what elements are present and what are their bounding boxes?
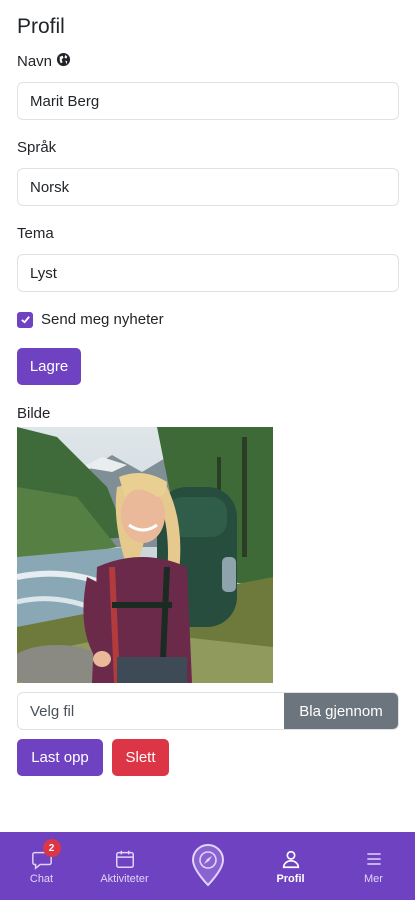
person-icon [280, 847, 302, 871]
name-label-row: Navn [17, 52, 71, 71]
nav-label-more: Mer [364, 873, 383, 885]
compass-pin-icon [191, 843, 225, 887]
globe-icon [56, 52, 71, 71]
chat-icon: 2 [31, 839, 61, 871]
newsletter-label: Send meg nyheter [41, 311, 164, 328]
chat-badge: 2 [42, 839, 61, 857]
nav-item-more[interactable]: Mer [332, 832, 415, 900]
nav-item-activities[interactable]: Aktiviteter [83, 832, 166, 900]
file-input[interactable]: Velg fil [18, 693, 284, 729]
name-input[interactable]: Marit Berg [17, 82, 399, 120]
theme-select[interactable]: Lyst [17, 254, 399, 292]
profile-photo [17, 427, 273, 683]
nav-item-explore[interactable] [166, 832, 249, 900]
newsletter-checkbox[interactable] [17, 311, 33, 328]
save-button[interactable]: Lagre [17, 348, 81, 385]
page-title: Profil [17, 15, 65, 38]
menu-icon [364, 847, 384, 871]
upload-button[interactable]: Last opp [17, 739, 103, 776]
delete-button[interactable]: Slett [112, 739, 169, 776]
nav-item-chat[interactable]: 2 Chat [0, 832, 83, 900]
picture-label: Bilde [17, 405, 51, 422]
calendar-icon [114, 847, 136, 871]
browse-button[interactable]: Bla gjennom [284, 693, 398, 729]
nav-label-activities: Aktiviteter [100, 873, 149, 885]
nav-label-profile: Profil [276, 873, 305, 885]
language-label: Språk [17, 139, 57, 156]
newsletter-row: Send meg nyheter [17, 311, 164, 328]
theme-label: Tema [17, 225, 54, 242]
language-select[interactable]: Norsk [17, 168, 399, 206]
nav-item-profile[interactable]: Profil [249, 832, 332, 900]
name-label: Navn [17, 53, 53, 70]
file-input-group[interactable]: Velg fil Bla gjennom [17, 692, 399, 730]
nav-label-chat: Chat [29, 873, 54, 885]
bottom-nav: 2 Chat Aktiviteter Profil Mer [0, 832, 415, 900]
